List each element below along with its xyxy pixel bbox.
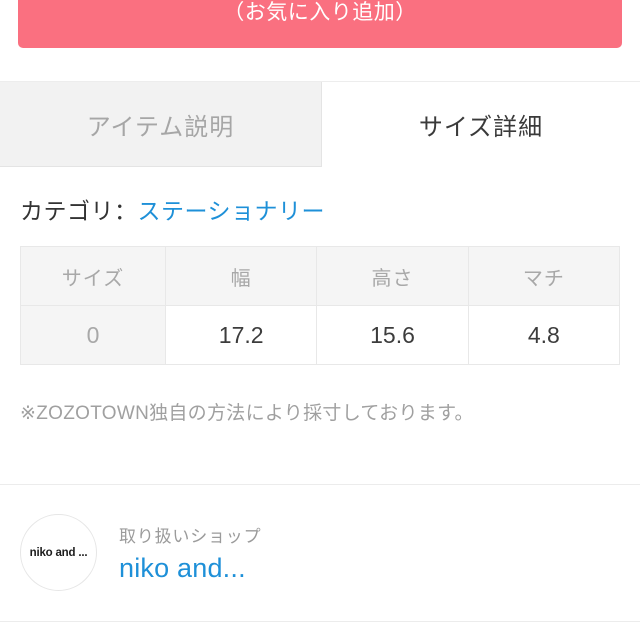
cell-size: 0 <box>20 305 166 365</box>
shop-logo-avatar[interactable]: niko and ... <box>20 514 97 591</box>
shop-logo-text: niko and ... <box>29 546 88 559</box>
favorite-button-area: （お気に入り追加） <box>0 0 640 48</box>
detail-tabs: アイテム説明 サイズ詳細 <box>0 81 640 167</box>
category-line: カテゴリ：ステーショナリー <box>20 192 325 226</box>
shop-name-link[interactable]: niko and... <box>119 553 261 584</box>
shop-info: 取り扱いショップ niko and... <box>119 522 261 584</box>
tab-item-description-label: アイテム説明 <box>86 113 235 141</box>
column-header-depth: マチ <box>467 246 621 306</box>
cell-height: 15.6 <box>316 305 469 365</box>
divider-below-shop <box>0 621 640 622</box>
tab-item-description[interactable]: アイテム説明 <box>0 82 322 167</box>
column-header-width: 幅 <box>164 246 318 306</box>
divider-above-shop <box>0 484 640 485</box>
tab-size-details[interactable]: サイズ詳細 <box>322 82 640 167</box>
column-header-height: 高さ <box>316 246 469 306</box>
add-to-favorites-button[interactable]: （お気に入り追加） <box>18 0 622 48</box>
table-header-row: サイズ 幅 高さ マチ <box>20 246 621 306</box>
cell-depth: 4.8 <box>467 305 621 365</box>
category-label: カテゴリ： <box>20 198 138 224</box>
shop-section-label: 取り扱いショップ <box>119 526 262 546</box>
measurement-note: ※ZOZOTOWN独自の方法により採寸しております。 <box>20 403 474 424</box>
table-row: 0 17.2 15.6 4.8 <box>20 305 621 365</box>
tab-size-details-label: サイズ詳細 <box>418 114 544 141</box>
shop-row[interactable]: niko and ... 取り扱いショップ niko and... <box>0 500 640 605</box>
cell-width: 17.2 <box>164 305 318 365</box>
category-link[interactable]: ステーショナリー <box>138 198 326 224</box>
column-header-size: サイズ <box>20 246 166 306</box>
size-details-table: サイズ 幅 高さ マチ 0 17.2 15.6 4.8 <box>20 246 621 365</box>
